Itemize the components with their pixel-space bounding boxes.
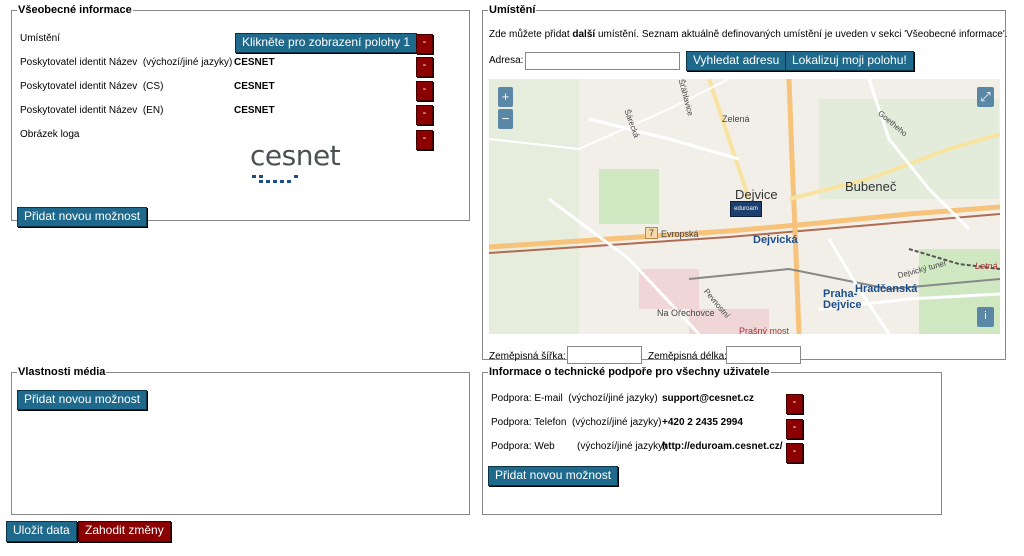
support-fieldset: Informace o technické podpoře pro všechn… xyxy=(482,366,942,515)
show-location-button[interactable]: Klikněte pro zobrazení polohy 1 xyxy=(235,33,418,53)
cesnet-logo-text: cesnet xyxy=(250,139,341,172)
idp-name-en-label: Poskytovatel identit Název (EN) xyxy=(20,105,164,116)
map-label-letna: Letná xyxy=(975,261,998,271)
map-label-zelena: Zelená xyxy=(722,114,750,124)
save-button[interactable]: Uložit data xyxy=(6,521,77,542)
remove-support-phone-button[interactable]: - xyxy=(786,419,803,439)
map-label-bubenec: Bubeneč xyxy=(845,179,897,194)
map-route-7: 7 xyxy=(645,227,659,239)
idp-name-label: Poskytovatel identit Název (výchozí/jiné… xyxy=(20,57,233,68)
cesnet-logo: cesnet xyxy=(250,140,360,185)
location-fieldset: Umístění Zde můžete přidat další umístěn… xyxy=(482,4,1008,364)
location-legend: Umístění xyxy=(489,4,536,16)
remove-idp-name-en-button[interactable]: - xyxy=(416,105,433,125)
remove-support-email-button[interactable]: - xyxy=(786,394,803,414)
support-phone-value: +420 2 2435 2994 xyxy=(662,417,743,428)
idp-name-cs-value: CESNET xyxy=(234,81,275,92)
map-label-praha-dejvice: Praha-Dejvice xyxy=(823,288,862,311)
support-email-value: support@cesnet.cz xyxy=(662,393,754,404)
address-label: Adresa: xyxy=(489,55,524,66)
support-phone-label: Podpora: Telefon (výchozí/jiné jazyky) xyxy=(491,417,662,428)
map-label-prasny-most: Prašný most xyxy=(739,326,790,334)
general-info-fieldset: Všeobecné informace Umístění Klikněte pr… xyxy=(11,4,470,227)
idp-name-cs-label: Poskytovatel identit Název (CS) xyxy=(20,81,164,92)
remove-location-button[interactable]: - xyxy=(416,34,433,54)
add-general-option-button[interactable]: Přidat novou možnost xyxy=(17,207,148,227)
map-label-na-orechovce: Na Ořechovce xyxy=(657,308,715,318)
remove-logo-button[interactable]: - xyxy=(416,130,433,150)
media-legend: Vlastnosti média xyxy=(18,366,106,378)
longitude-label: Zeměpisná délka: xyxy=(648,351,727,362)
location-intro: Zde můžete přidat další umístění. Seznam… xyxy=(489,29,1008,40)
longitude-input[interactable] xyxy=(726,346,801,364)
remove-idp-name-button[interactable]: - xyxy=(416,57,433,77)
cesnet-logo-dots xyxy=(252,175,298,183)
latitude-input[interactable] xyxy=(567,346,642,364)
idp-name-value: CESNET xyxy=(234,57,275,68)
map-label-evropska: Evropská xyxy=(661,229,699,239)
search-address-button[interactable]: Vyhledat adresu xyxy=(686,51,787,71)
map-label-dejvicka: Dejvická xyxy=(753,234,798,246)
fullscreen-icon[interactable]: ⤢ xyxy=(977,87,994,107)
remove-idp-name-cs-button[interactable]: - xyxy=(416,81,433,101)
locate-me-button[interactable]: Lokalizuj moji polohu! xyxy=(785,51,914,71)
map-label-hradcanska: Hradčanská xyxy=(855,283,918,295)
idp-name-en-value: CESNET xyxy=(234,105,275,116)
support-web-value: http://eduroam.cesnet.cz/ xyxy=(662,441,783,452)
location-label: Umístění xyxy=(20,33,61,44)
general-info-legend: Všeobecné informace xyxy=(18,4,132,16)
discard-button[interactable]: Zahodit změny xyxy=(78,521,171,542)
media-fieldset: Vlastnosti média Přidat novou možnost xyxy=(11,366,470,515)
support-legend: Informace o technické podpoře pro všechn… xyxy=(489,366,770,378)
remove-support-web-button[interactable]: - xyxy=(786,443,803,463)
support-email-label: Podpora: E-mail (výchozí/jiné jazyky) xyxy=(491,393,658,404)
support-web-label: Podpora: Web (výchozí/jiné jazyky) xyxy=(491,441,667,452)
add-media-option-button[interactable]: Přidat novou možnost xyxy=(17,390,148,410)
map-label-dejvice: Dejvice xyxy=(735,187,778,202)
logo-label: Obrázek loga xyxy=(20,129,80,140)
location-map[interactable]: + − ⤢ i eduroam Dejvice Bubeneč Dejvická… xyxy=(489,79,1000,334)
zoom-out-button[interactable]: − xyxy=(498,109,513,129)
zoom-in-button[interactable]: + xyxy=(498,87,513,107)
eduroam-marker[interactable]: eduroam xyxy=(730,201,762,217)
add-support-option-button[interactable]: Přidat novou možnost xyxy=(488,466,619,486)
address-input[interactable] xyxy=(525,52,680,70)
map-info-icon[interactable]: i xyxy=(977,307,994,327)
latitude-label: Zeměpisná šířka: xyxy=(489,351,566,362)
